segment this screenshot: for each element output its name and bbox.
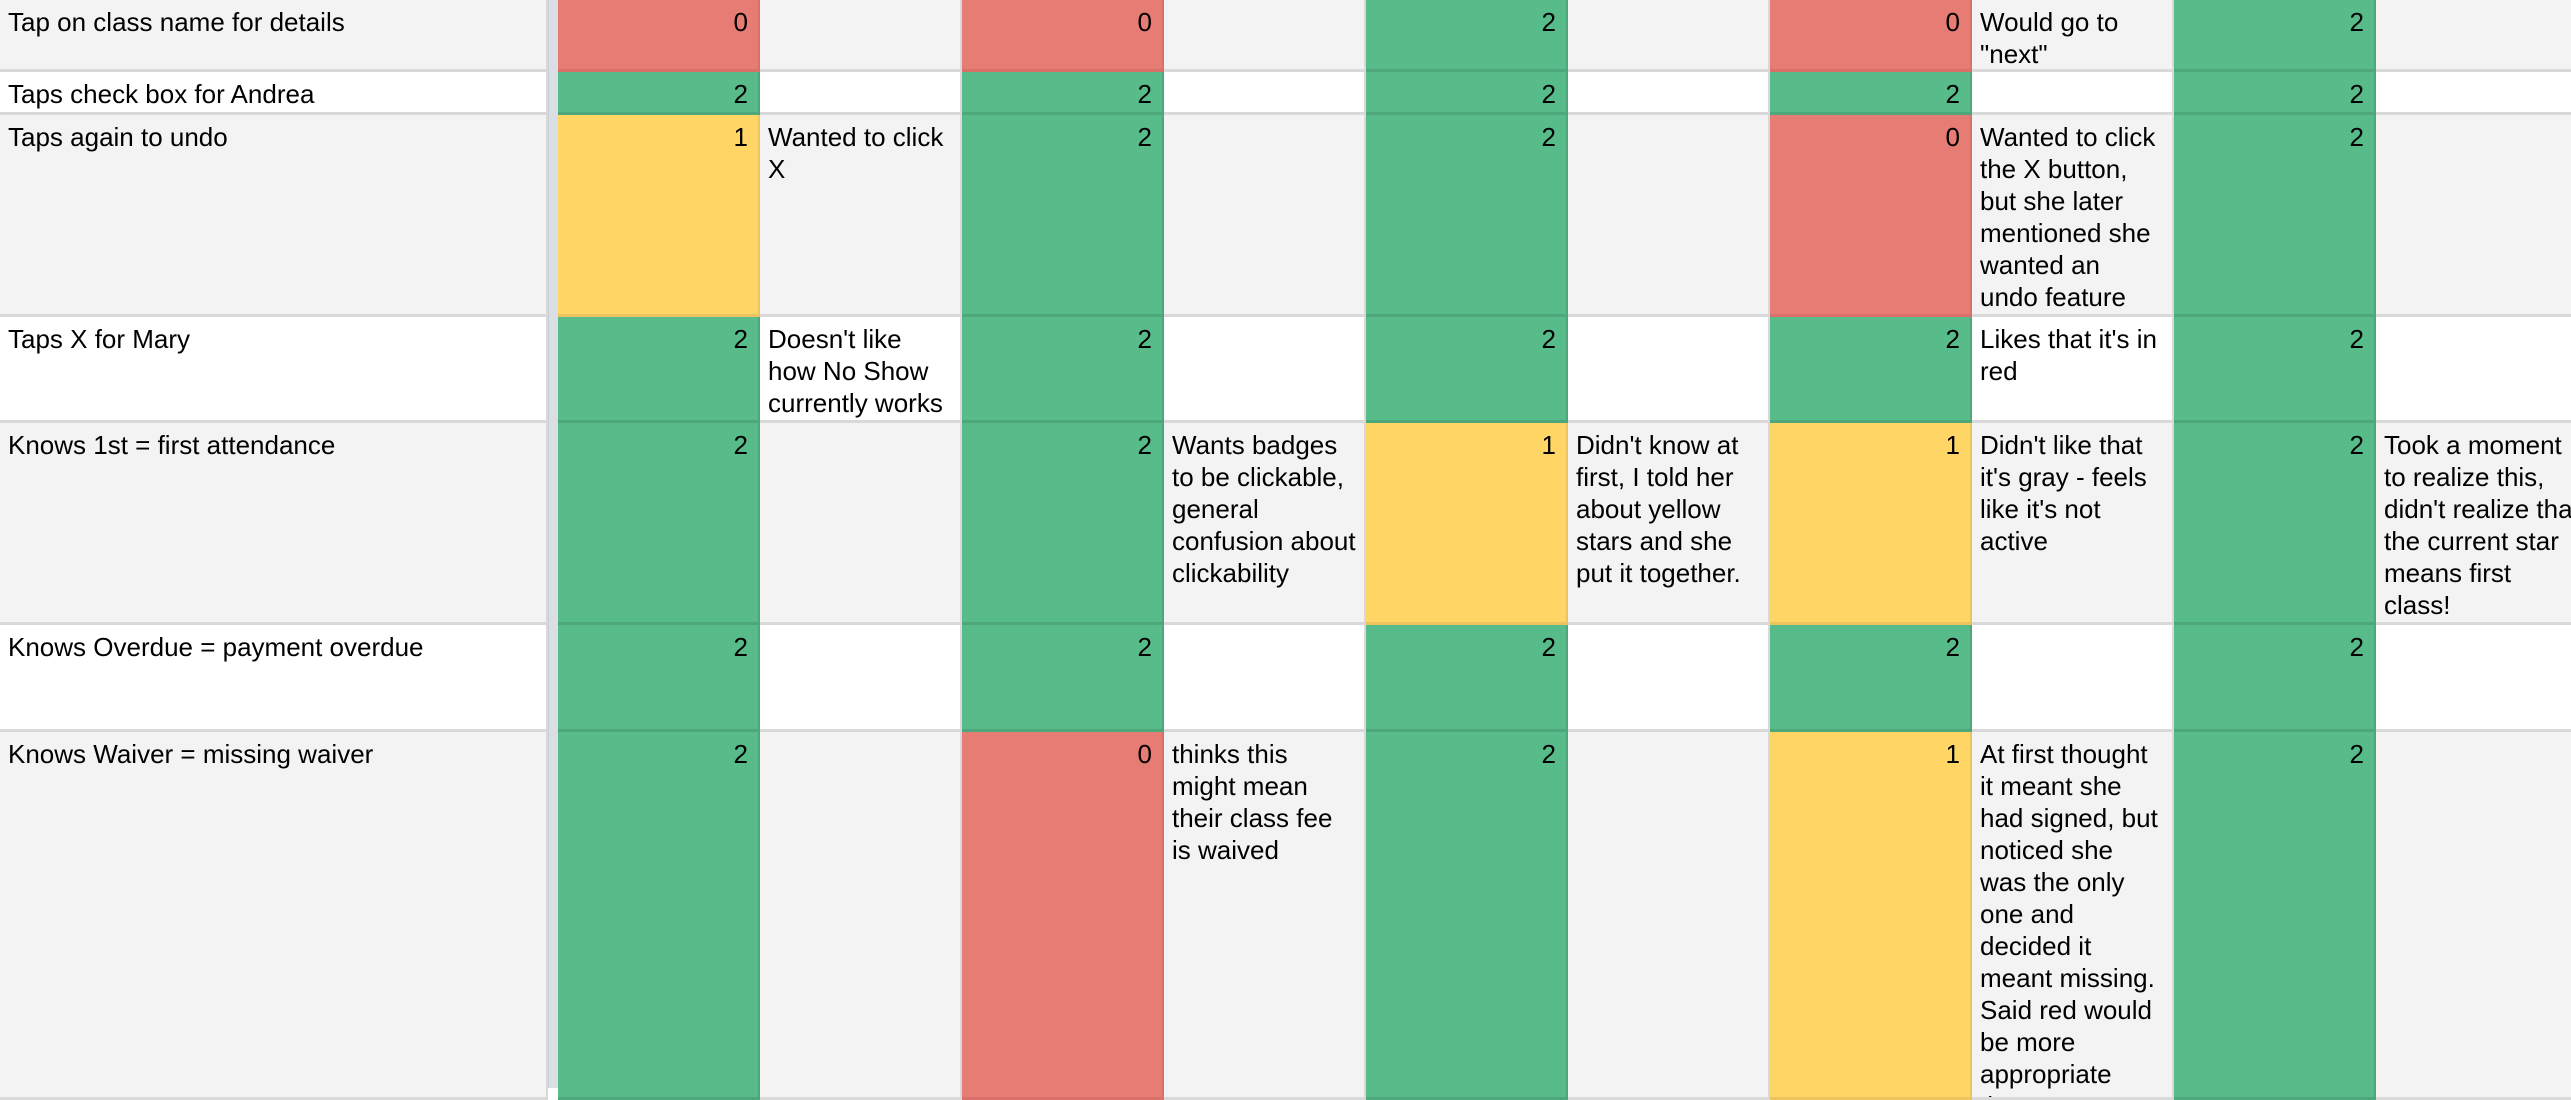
comment-cell[interactable] <box>1972 625 2174 732</box>
comment-cell[interactable] <box>2376 317 2571 423</box>
score-cell[interactable]: 2 <box>962 317 1164 423</box>
comment-cell[interactable] <box>1568 732 1770 1100</box>
score-cell[interactable]: 2 <box>558 423 760 625</box>
score-cell[interactable]: 2 <box>2174 317 2376 423</box>
table-row: Tap on class name for details 0 0 2 0 Would g… <box>0 0 2571 72</box>
score-cell[interactable]: 2 <box>2174 115 2376 317</box>
comment-cell[interactable] <box>760 72 962 115</box>
score-cell[interactable]: 0 <box>558 0 760 72</box>
comment-cell[interactable] <box>1568 0 1770 72</box>
task-label-cell[interactable]: Taps X for Mary <box>0 317 548 423</box>
score-cell[interactable]: 2 <box>1770 625 1972 732</box>
comment-cell[interactable]: Didn't like that it's gray - feels like … <box>1972 423 2174 625</box>
score-cell[interactable]: 2 <box>962 625 1164 732</box>
comment-cell[interactable] <box>1568 317 1770 423</box>
comment-cell[interactable]: Would go to "next" <box>1972 0 2174 72</box>
comment-cell[interactable]: Wanted to click the X button, but she la… <box>1972 115 2174 317</box>
task-label-cell[interactable]: Taps again to undo <box>0 115 548 317</box>
score-cell[interactable]: 2 <box>1770 72 1972 115</box>
comment-cell[interactable] <box>1164 317 1366 423</box>
score-cell[interactable]: 2 <box>962 115 1164 317</box>
score-cell[interactable]: 0 <box>962 732 1164 1100</box>
score-cell[interactable]: 2 <box>1366 732 1568 1100</box>
score-cell[interactable]: 2 <box>558 625 760 732</box>
comment-cell[interactable] <box>2376 0 2571 72</box>
table-row: Knows Waiver = missing waiver 2 0 thinks th… <box>0 732 2571 1100</box>
score-cell[interactable]: 1 <box>1770 423 1972 625</box>
comment-cell[interactable] <box>2376 625 2571 732</box>
score-cell[interactable]: 2 <box>2174 732 2376 1100</box>
score-cell[interactable]: 2 <box>2174 423 2376 625</box>
score-cell[interactable]: 1 <box>558 115 760 317</box>
comment-cell[interactable] <box>1164 625 1366 732</box>
score-cell[interactable]: 1 <box>1770 732 1972 1100</box>
task-label-cell[interactable]: Knows 1st = first attendance <box>0 423 548 625</box>
comment-cell[interactable] <box>760 625 962 732</box>
table-row: Taps again to undo 1 Wanted to click X220W… <box>0 115 2571 317</box>
comment-cell[interactable]: Wants badges to be clickable, general co… <box>1164 423 1366 625</box>
comment-cell[interactable] <box>760 0 962 72</box>
task-label-cell[interactable]: Taps check box for Andrea <box>0 72 548 115</box>
score-cell[interactable]: 2 <box>2174 72 2376 115</box>
comment-cell[interactable]: Took a moment to realize this, didn't re… <box>2376 423 2571 625</box>
comment-cell[interactable] <box>2376 72 2571 115</box>
score-cell[interactable]: 0 <box>962 0 1164 72</box>
score-cell[interactable]: 1 <box>1366 423 1568 625</box>
comment-cell[interactable] <box>1164 72 1366 115</box>
score-cell[interactable]: 2 <box>1366 0 1568 72</box>
score-cell[interactable]: 2 <box>558 72 760 115</box>
score-cell[interactable]: 2 <box>1770 317 1972 423</box>
comment-cell[interactable] <box>1164 115 1366 317</box>
comment-cell[interactable]: Likes that it's in red <box>1972 317 2174 423</box>
task-label-cell[interactable]: Tap on class name for details <box>0 0 548 72</box>
comment-cell[interactable]: Didn't know at first, I told her about y… <box>1568 423 1770 625</box>
frozen-column-divider[interactable] <box>548 0 558 1088</box>
comment-cell[interactable] <box>1972 72 2174 115</box>
score-cell[interactable]: 2 <box>558 317 760 423</box>
table-row: Taps X for Mary 2 Doesn't like how No Show… <box>0 317 2571 423</box>
score-cell[interactable]: 2 <box>1366 72 1568 115</box>
score-cell[interactable]: 2 <box>558 732 760 1100</box>
score-cell[interactable]: 2 <box>962 72 1164 115</box>
task-label-cell[interactable]: Knows Waiver = missing waiver <box>0 732 548 1100</box>
comment-cell[interactable]: Wanted to click X <box>760 115 962 317</box>
table-row: Knows Overdue = payment overdue 2 2 2 2 2 <box>0 625 2571 732</box>
comment-cell[interactable]: thinks this might mean their class fee i… <box>1164 732 1366 1100</box>
score-cell[interactable]: 2 <box>1366 625 1568 732</box>
comment-cell[interactable] <box>760 423 962 625</box>
comment-cell[interactable] <box>2376 732 2571 1100</box>
score-cell[interactable]: 2 <box>962 423 1164 625</box>
score-cell[interactable]: 0 <box>1770 115 1972 317</box>
comment-cell[interactable] <box>2376 115 2571 317</box>
table-row: Knows 1st = first attendance 2 2 Wants badg… <box>0 423 2571 625</box>
comment-cell[interactable] <box>760 732 962 1100</box>
score-cell[interactable]: 2 <box>1366 317 1568 423</box>
score-cell[interactable]: 2 <box>1366 115 1568 317</box>
table-row: Taps check box for Andrea 2 2 2 2 2 <box>0 72 2571 115</box>
score-cell[interactable]: 2 <box>2174 0 2376 72</box>
score-cell[interactable]: 2 <box>2174 625 2376 732</box>
task-label-cell[interactable]: Knows Overdue = payment overdue <box>0 625 548 732</box>
comment-cell[interactable] <box>1568 625 1770 732</box>
comment-cell[interactable]: Doesn't like how No Show currently works <box>760 317 962 423</box>
comment-cell[interactable] <box>1568 115 1770 317</box>
score-cell[interactable]: 0 <box>1770 0 1972 72</box>
comment-cell[interactable] <box>1164 0 1366 72</box>
comment-cell[interactable] <box>1568 72 1770 115</box>
spreadsheet-grid: Tap on class name for details 0 0 2 0 Would g… <box>0 0 2571 1100</box>
comment-cell[interactable]: At first thought it meant she had signed… <box>1972 732 2174 1100</box>
